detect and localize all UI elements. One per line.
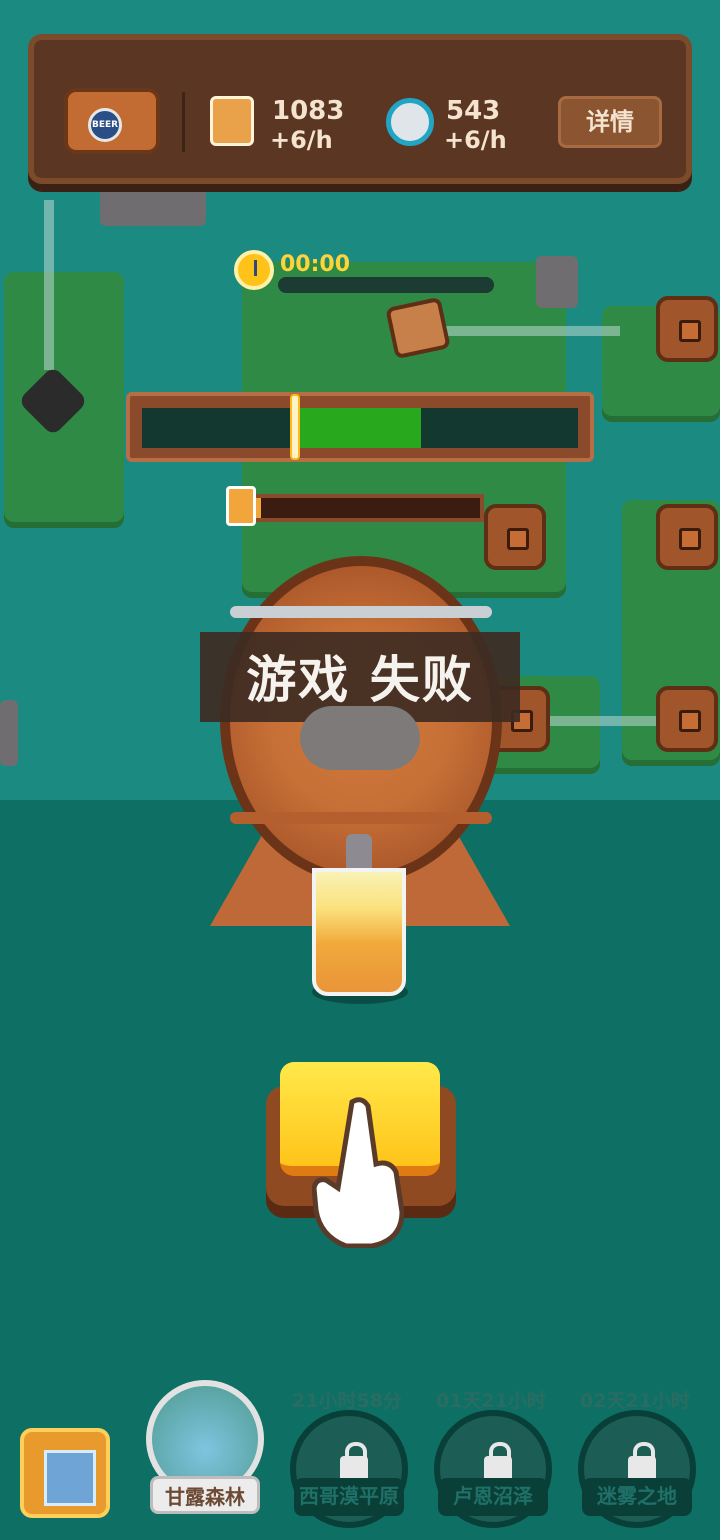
- map-rock: [0, 700, 18, 766]
- locked-level-barrel-icon[interactable]: [656, 296, 718, 362]
- timer-progress-track: [278, 277, 494, 293]
- pour-accuracy-meter: [126, 392, 594, 462]
- barrel-ring: [230, 812, 492, 824]
- resource-bar: BEER 1083 +6/h 543 +6/h 详情: [28, 34, 692, 184]
- beer-rate: +6/h: [270, 126, 333, 154]
- unlock-countdown: 21小时58分: [292, 1390, 402, 1412]
- game-over-text: 游戏 失败: [246, 651, 474, 709]
- pointing-hand-icon: [312, 1097, 404, 1248]
- world-name-label: 西哥漠平原: [294, 1478, 404, 1516]
- map-path: [540, 716, 660, 726]
- fill-progress-bar: [250, 494, 484, 522]
- locked-level-barrel-icon[interactable]: [656, 686, 718, 752]
- world-name-label: 甘露森林: [150, 1476, 260, 1514]
- beer-barrel-icon[interactable]: BEER: [64, 88, 160, 154]
- beer-amount: 1083: [272, 96, 345, 126]
- map-rock: [536, 256, 578, 308]
- barrel-ring: [230, 606, 492, 618]
- cap-rate: +6/h: [444, 126, 507, 154]
- locked-level-barrel-icon[interactable]: [656, 504, 718, 570]
- smoke-cloud: [300, 706, 420, 770]
- beer-cup: [312, 868, 406, 996]
- beer-mug-icon: [226, 486, 256, 526]
- map-rock: [100, 186, 206, 226]
- map-path: [440, 326, 620, 336]
- locked-level-barrel-icon[interactable]: [484, 504, 546, 570]
- beer-glass-icon: [210, 96, 254, 146]
- unlock-countdown: 01天21小时: [436, 1390, 546, 1412]
- barrel-badge: BEER: [88, 108, 122, 142]
- map-path: [44, 200, 54, 370]
- cap-amount: 543: [446, 96, 501, 126]
- meter-track: [142, 394, 578, 460]
- details-button[interactable]: 详情: [558, 96, 662, 148]
- target-green-zone: [298, 408, 422, 448]
- unlock-countdown: 02天21小时: [580, 1390, 690, 1412]
- character-menu-button[interactable]: [20, 1428, 110, 1518]
- timer-text: 00:00: [280, 252, 351, 277]
- world-name-label: 迷雾之地: [582, 1478, 692, 1516]
- stopwatch-icon: [234, 250, 274, 290]
- bottle-cap-icon: [386, 98, 434, 146]
- world-name-label: 卢恩沼泽: [438, 1478, 548, 1516]
- meter-marker: [289, 394, 300, 460]
- divider: [182, 92, 185, 152]
